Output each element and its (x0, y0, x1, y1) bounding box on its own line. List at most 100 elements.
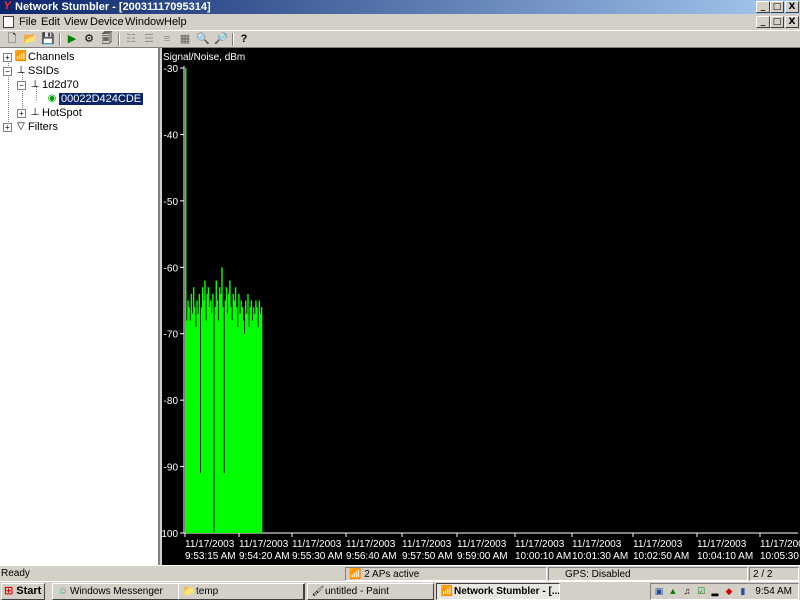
close-button[interactable]: X (785, 1, 799, 13)
status-bar: Ready 📶 2 APs active GPS: Disabled 2 / 2 (0, 565, 800, 581)
x-tick-time: 10:05:30 AM (760, 551, 800, 562)
menu-help[interactable]: Help (162, 15, 189, 29)
status-count: 2 / 2 (749, 567, 799, 581)
menu-bar: File Edit View Device Window Help _ □ X (0, 14, 800, 30)
system-tray: ▣ ▲ ♫ ☑ ▂ ◆ ▮ 9:54 AM (650, 583, 799, 600)
menu-edit[interactable]: Edit (39, 15, 62, 29)
x-tick-date: 11/17/2003 (185, 539, 235, 550)
auto-config-icon[interactable]: ⚙ (81, 32, 97, 47)
tree-pane: + 📶Channels − ⊥ SSIDs − ⊥ 1d2d70 ◉ 00022D424CD… (0, 48, 160, 565)
menu-window[interactable]: Window (123, 15, 166, 29)
expand-icon[interactable]: + (3, 52, 12, 62)
tree-item-ssid-1d2d70[interactable]: − ⊥ 1d2d70 (17, 78, 79, 92)
shield-tray-icon[interactable]: ▮ (738, 586, 748, 597)
messenger-tray-icon[interactable]: ▲ (668, 586, 678, 597)
antenna-icon: 📶 (14, 51, 28, 63)
expand-icon[interactable]: + (17, 108, 26, 118)
x-tick-time: 9:54:20 AM (239, 551, 290, 562)
antenna-icon: 📶 (349, 569, 362, 580)
toolbar: 🗋 📂 💾 ▶ ⚙ 🗐 ☷ ☰ ≡ ▦ 🔍 🔎 ? (0, 30, 800, 48)
tree-item-label: HotSpot (42, 107, 82, 119)
network-stumbler-icon: 𝛶 (4, 1, 12, 12)
status-aps-label: 2 APs active (364, 569, 420, 580)
collapse-icon[interactable]: − (17, 80, 26, 90)
x-tick-time: 9:59:00 AM (457, 551, 508, 562)
tree-item-ssids[interactable]: − ⊥ SSIDs (3, 64, 59, 78)
tree-icon[interactable]: ☷ (123, 32, 139, 47)
play-icon[interactable]: ▶ (64, 32, 80, 47)
window-title: Network Stumbler - [20031117095314] (15, 1, 211, 13)
security-tray-icon[interactable]: ☑ (696, 586, 706, 597)
tree-item-label: SSIDs (28, 65, 60, 77)
clock: 9:54 AM (755, 586, 792, 597)
task-temp[interactable]: 📁temp (178, 583, 305, 600)
network-tray-icon[interactable]: ▣ (654, 586, 664, 597)
maximize-button[interactable]: □ (770, 1, 784, 13)
signal-chart-svg: Signal/Noise, dBm-30 -40 -50 -60 -70 -80 -90 -1… (162, 52, 800, 562)
title-bar[interactable]: 𝛶 Network Stumbler - [20031117095314] _ … (0, 0, 800, 14)
list-icon[interactable]: ☰ (141, 32, 157, 47)
y-tick-label: -90 (164, 463, 179, 474)
network-icon: ⊥ (30, 107, 40, 119)
minimize-button[interactable]: _ (756, 1, 770, 13)
expand-icon[interactable]: + (3, 122, 12, 132)
network-icon: ⊥ (30, 79, 40, 91)
grid-icon[interactable]: ▦ (177, 32, 193, 47)
collapse-icon[interactable]: − (3, 66, 12, 76)
x-tick-date: 11/17/2003 (760, 539, 800, 550)
folder-icon: 📁 (182, 586, 196, 597)
paint-icon: 🖌 (311, 586, 325, 597)
sound-tray-icon[interactable]: ♫ (682, 586, 692, 597)
help-icon[interactable]: ? (236, 32, 252, 47)
task-label: temp (196, 586, 219, 597)
y-tick-label: -40 (164, 130, 179, 141)
signal-tray-icon[interactable]: ▂ (710, 586, 720, 597)
status-gps: GPS: Disabled (548, 567, 748, 581)
filter-icon: ▽ (17, 121, 25, 133)
new-icon[interactable]: 🗋 (4, 32, 20, 47)
toolbar-separator (59, 33, 61, 46)
active-ap-icon: ◉ (47, 93, 57, 105)
task-network-stumbler[interactable]: 📶Network Stumbler - [... (436, 583, 560, 600)
x-tick-time: 9:57:50 AM (402, 551, 453, 562)
x-tick-date: 11/17/2003 (515, 539, 565, 550)
task-paint[interactable]: 🖌untitled - Paint (307, 583, 434, 600)
status-aps: 📶 2 APs active (345, 567, 547, 581)
x-tick-time: 9:55:30 AM (292, 551, 343, 562)
child-close-button[interactable]: X (785, 16, 799, 28)
start-button[interactable]: ⊞ Start (1, 583, 45, 600)
details-icon[interactable]: ≡ (159, 32, 175, 47)
menu-view[interactable]: View (62, 15, 90, 29)
x-tick-date: 11/17/2003 (697, 539, 747, 550)
zoom-out-icon[interactable]: 🔎 (213, 32, 229, 47)
x-tick-time: 10:01:30 AM (572, 551, 628, 562)
x-tick-date: 11/17/2003 (402, 539, 452, 550)
open-icon[interactable]: 📂 (22, 32, 38, 47)
y-axis-label: Signal/Noise, dBm (163, 52, 245, 63)
task-label: Network Stumbler - [... (454, 586, 560, 597)
child-restore-button[interactable]: □ (770, 16, 784, 28)
x-tick-date: 11/17/2003 (633, 539, 683, 550)
save-icon[interactable]: 💾 (40, 32, 56, 47)
y-tick-label: -50 (164, 197, 179, 208)
taskbar: ⊞ Start ☺ Windows Messenger 📁temp 🖌untitl… (0, 581, 800, 600)
zoom-in-icon[interactable]: 🔍 (195, 32, 211, 47)
windows-logo-icon: ⊞ (4, 585, 14, 597)
menu-file[interactable]: File (17, 15, 39, 29)
antenna-icon: 📶 (440, 586, 454, 597)
menu-device[interactable]: Device (88, 15, 126, 29)
properties-icon[interactable]: 🗐 (99, 32, 115, 47)
tree-item-channels[interactable]: + 📶Channels (3, 50, 74, 64)
tree-item-ap[interactable]: ◉ 00022D424CDE (45, 92, 144, 106)
task-label: untitled - Paint (325, 586, 389, 597)
document-icon[interactable] (3, 16, 14, 28)
child-minimize-button[interactable]: _ (756, 16, 770, 28)
tree-item-filters[interactable]: + ▽ Filters (3, 120, 58, 134)
tree-item-hotspot[interactable]: + ⊥ HotSpot (17, 106, 82, 120)
x-tick-date: 11/17/2003 (572, 539, 622, 550)
x-tick-time: 9:53:15 AM (185, 551, 236, 562)
antivirus-tray-icon[interactable]: ◆ (724, 586, 734, 597)
tree-item-label: 00022D424CDE (59, 93, 144, 105)
tree-item-label: 1d2d70 (42, 79, 79, 91)
network-icon: ⊥ (16, 65, 26, 77)
